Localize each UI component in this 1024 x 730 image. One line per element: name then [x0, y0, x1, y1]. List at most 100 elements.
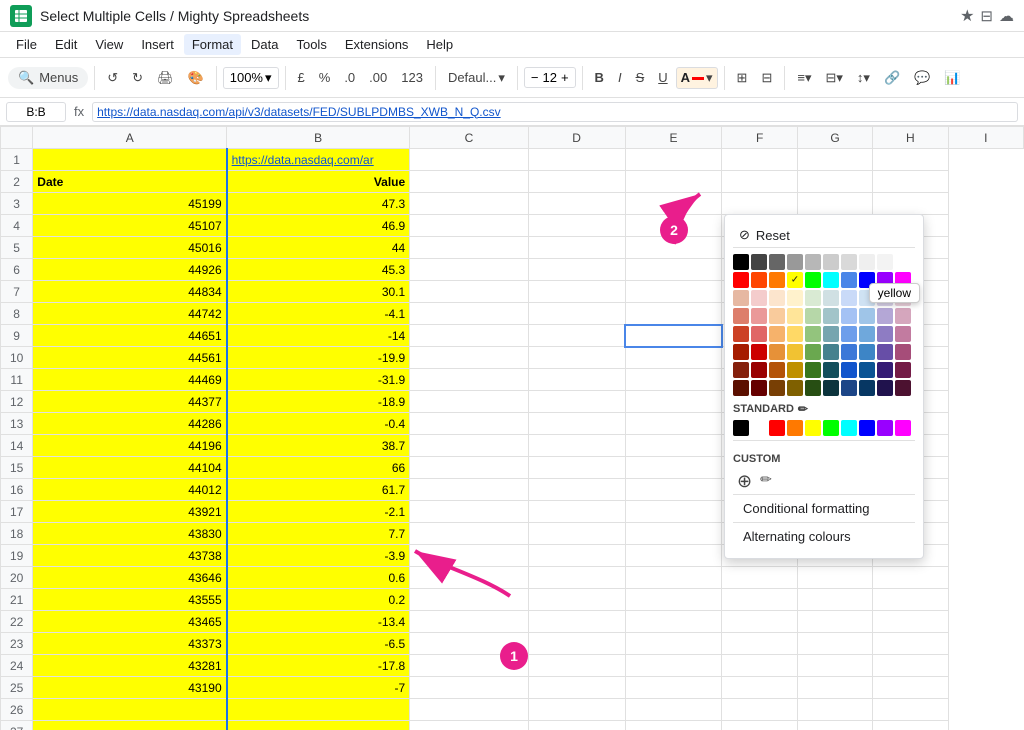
color-swatch[interactable]: [841, 308, 857, 324]
cell-e-8[interactable]: [625, 303, 722, 325]
undo-button[interactable]: ↺: [101, 66, 124, 90]
col-header-f[interactable]: F: [722, 127, 797, 149]
cell-reference-input[interactable]: [6, 102, 66, 122]
color-swatch[interactable]: [769, 308, 785, 324]
cell-e-3[interactable]: [625, 193, 722, 215]
color-swatch[interactable]: [841, 254, 857, 270]
cell-f-24[interactable]: [722, 655, 797, 677]
zoom-control[interactable]: 100% ▾: [223, 67, 279, 89]
standard-color-swatch[interactable]: [751, 420, 767, 436]
menu-format[interactable]: Format: [184, 34, 241, 55]
color-swatch[interactable]: [787, 380, 803, 396]
italic-button[interactable]: I: [612, 66, 628, 89]
cell-e-20[interactable]: [625, 567, 722, 589]
cell-b-1[interactable]: https://data.nasdaq.com/ar: [227, 149, 410, 171]
color-swatch[interactable]: [877, 344, 893, 360]
cell-b-10[interactable]: -19.9: [227, 347, 410, 369]
cell-d-10[interactable]: [528, 347, 625, 369]
strikethrough-button[interactable]: S: [630, 66, 651, 89]
redo-button[interactable]: ↻: [126, 66, 149, 90]
color-swatch[interactable]: [769, 344, 785, 360]
standard-color-swatch[interactable]: [859, 420, 875, 436]
color-swatch[interactable]: [805, 290, 821, 306]
color-swatch[interactable]: [769, 326, 785, 342]
color-swatch[interactable]: [859, 362, 875, 378]
cell-h-20[interactable]: [873, 567, 948, 589]
cell-a-24[interactable]: 43281: [33, 655, 227, 677]
color-swatch[interactable]: [805, 380, 821, 396]
menu-view[interactable]: View: [87, 34, 131, 55]
cell-d-6[interactable]: [528, 259, 625, 281]
conditional-formatting-button[interactable]: Conditional formatting: [733, 494, 915, 522]
cell-a-4[interactable]: 45107: [33, 215, 227, 237]
cell-c-2[interactable]: [410, 171, 528, 193]
standard-color-swatch[interactable]: [733, 420, 749, 436]
col-header-d[interactable]: D: [528, 127, 625, 149]
color-swatch[interactable]: [823, 326, 839, 342]
cell-c-12[interactable]: [410, 391, 528, 413]
cell-g-23[interactable]: [797, 633, 872, 655]
folder-icon[interactable]: ⊟: [980, 7, 993, 25]
print-button[interactable]: 🖨: [151, 66, 180, 90]
cell-d-4[interactable]: [528, 215, 625, 237]
cell-b-15[interactable]: 66: [227, 457, 410, 479]
cell-c-20[interactable]: [410, 567, 528, 589]
cell-b-14[interactable]: 38.7: [227, 435, 410, 457]
color-swatch[interactable]: [877, 254, 893, 270]
cell-e-27[interactable]: [625, 721, 722, 730]
color-swatch[interactable]: [769, 254, 785, 270]
col-header-e[interactable]: E: [625, 127, 722, 149]
color-swatch[interactable]: [769, 290, 785, 306]
cell-d-21[interactable]: [528, 589, 625, 611]
cell-e-24[interactable]: [625, 655, 722, 677]
color-swatch[interactable]: [841, 344, 857, 360]
cell-h-2[interactable]: [873, 171, 948, 193]
color-swatch[interactable]: [859, 254, 875, 270]
cell-h-22[interactable]: [873, 611, 948, 633]
cell-a-27[interactable]: [33, 721, 227, 730]
color-swatch[interactable]: [787, 362, 803, 378]
cell-c-15[interactable]: [410, 457, 528, 479]
decimal-more-button[interactable]: .00: [363, 66, 393, 89]
link-button[interactable]: 🔗: [878, 66, 906, 90]
merge-cells-button[interactable]: ⊟: [755, 66, 778, 90]
cell-a-1[interactable]: [33, 149, 227, 171]
color-swatch[interactable]: [877, 326, 893, 342]
col-header-a[interactable]: A: [33, 127, 227, 149]
decimal-less-button[interactable]: .0: [338, 66, 361, 89]
reset-button[interactable]: ⊘ Reset: [733, 223, 915, 248]
cell-f-22[interactable]: [722, 611, 797, 633]
font-size-increase[interactable]: +: [561, 70, 569, 85]
cell-f-23[interactable]: [722, 633, 797, 655]
color-swatch[interactable]: [805, 362, 821, 378]
menu-edit[interactable]: Edit: [47, 34, 85, 55]
underline-button[interactable]: U: [652, 66, 673, 89]
col-header-i[interactable]: I: [948, 127, 1023, 149]
cell-e-26[interactable]: [625, 699, 722, 721]
cell-a-9[interactable]: 44651: [33, 325, 227, 347]
cell-b-23[interactable]: -6.5: [227, 633, 410, 655]
cell-f-2[interactable]: [722, 171, 797, 193]
standard-color-swatch[interactable]: [787, 420, 803, 436]
cell-e-2[interactable]: [625, 171, 722, 193]
cell-c-17[interactable]: [410, 501, 528, 523]
color-swatch[interactable]: [733, 308, 749, 324]
cell-e-22[interactable]: [625, 611, 722, 633]
cell-e-15[interactable]: [625, 457, 722, 479]
menu-help[interactable]: Help: [418, 34, 461, 55]
text-color-button[interactable]: A ▾: [676, 67, 718, 89]
color-swatch[interactable]: [787, 308, 803, 324]
cell-f-21[interactable]: [722, 589, 797, 611]
color-swatch[interactable]: [769, 380, 785, 396]
cell-c-4[interactable]: [410, 215, 528, 237]
cell-b-19[interactable]: -3.9: [227, 545, 410, 567]
cell-d-22[interactable]: [528, 611, 625, 633]
pencil-icon[interactable]: ✏: [798, 402, 808, 416]
cell-d-20[interactable]: [528, 567, 625, 589]
color-swatch[interactable]: [895, 344, 911, 360]
standard-color-swatch[interactable]: [841, 420, 857, 436]
color-swatch[interactable]: [859, 380, 875, 396]
color-swatch[interactable]: [733, 380, 749, 396]
cell-a-18[interactable]: 43830: [33, 523, 227, 545]
cell-c-16[interactable]: [410, 479, 528, 501]
